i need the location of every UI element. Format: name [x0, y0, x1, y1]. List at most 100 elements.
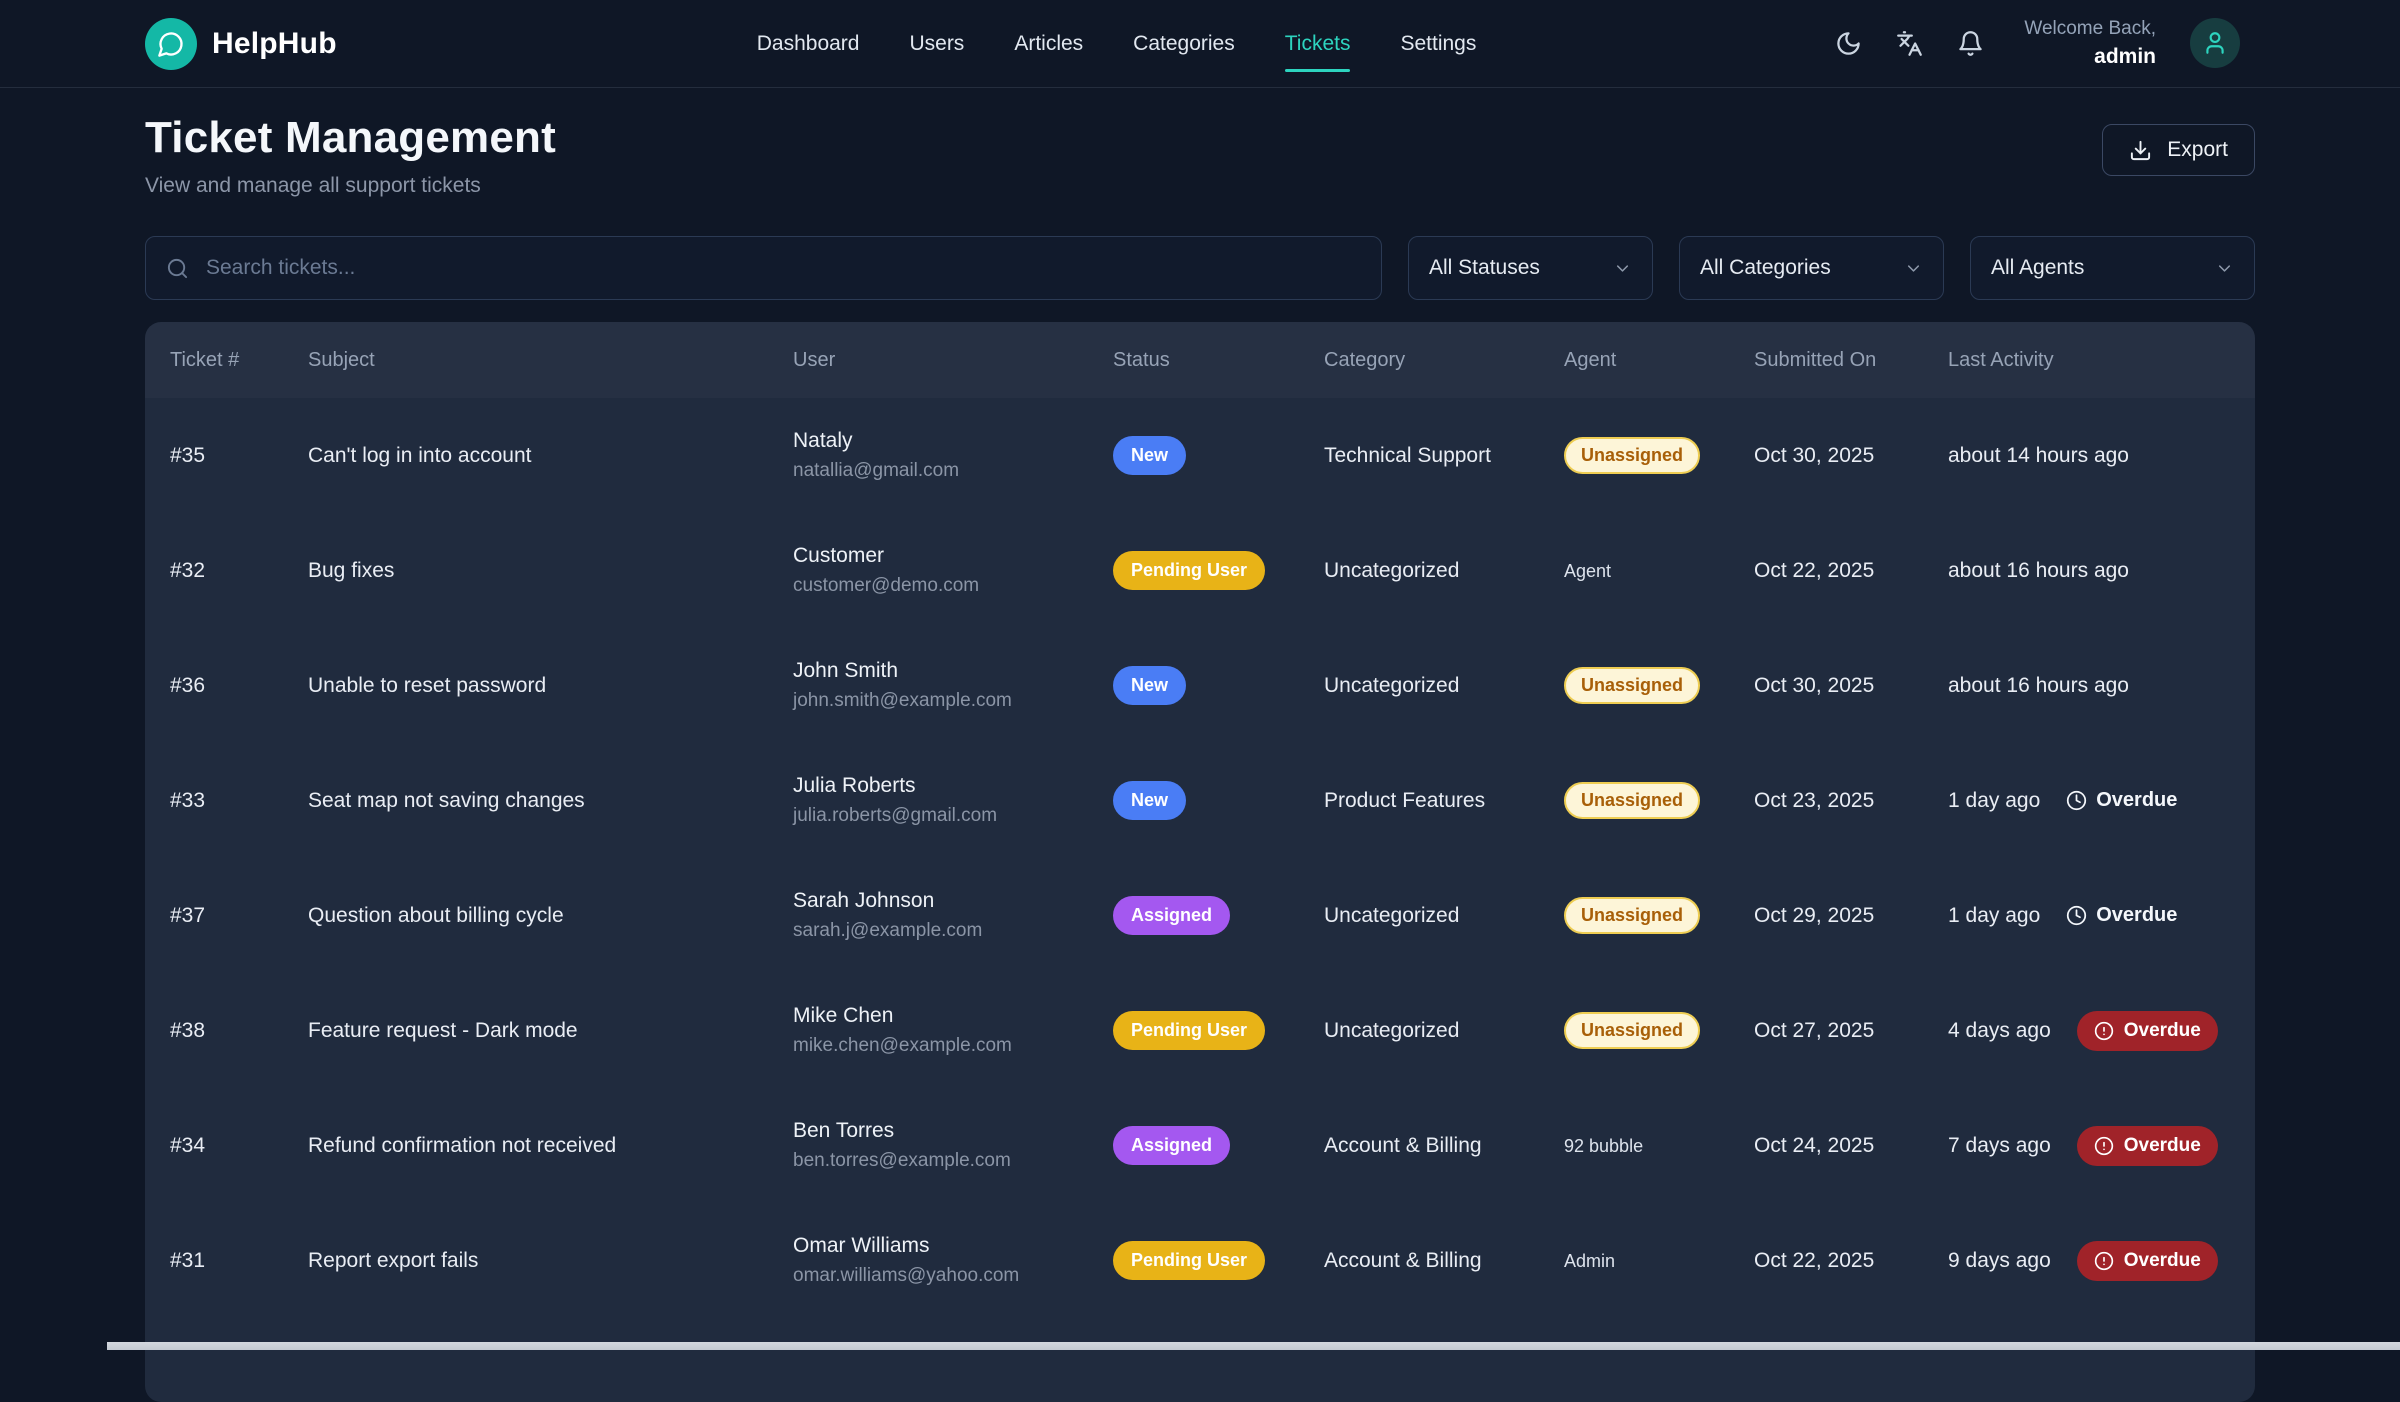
- topbar-actions: Welcome Back, admin: [1835, 16, 2240, 72]
- table-row[interactable]: #36 Unable to reset password John Smith …: [145, 628, 2255, 743]
- table-row[interactable]: #32 Bug fixes Customer customer@demo.com…: [145, 513, 2255, 628]
- user-avatar[interactable]: [2190, 18, 2240, 68]
- user-email: sarah.j@example.com: [793, 920, 1113, 942]
- status-cell: New: [1113, 781, 1324, 820]
- alert-circle-icon: [2094, 1251, 2114, 1271]
- user-cell: Nataly natallia@gmail.com: [793, 429, 1113, 482]
- agent-cell: 92 bubble: [1564, 1134, 1754, 1158]
- last-activity: 4 days ago: [1948, 1019, 2051, 1043]
- ticket-subject: Feature request - Dark mode: [308, 1019, 793, 1043]
- dark-mode-toggle[interactable]: [1835, 30, 1862, 57]
- table-body: #35 Can't log in into account Nataly nat…: [145, 398, 2255, 1318]
- status-filter-value: All Statuses: [1429, 256, 1540, 280]
- table-row[interactable]: #37 Question about billing cycle Sarah J…: [145, 858, 2255, 973]
- category-label: Uncategorized: [1324, 1019, 1564, 1043]
- activity-cell: 1 day ago Overdue: [1948, 904, 2230, 928]
- activity-cell: 7 days ago Overdue: [1948, 1126, 2230, 1166]
- filter-row: All Statuses All Categories All Agents: [145, 236, 2255, 300]
- page-header: Ticket Management View and manage all su…: [145, 114, 2255, 198]
- submitted-date: Oct 30, 2025: [1754, 444, 1948, 468]
- nav-item-dashboard[interactable]: Dashboard: [757, 24, 860, 64]
- category-label: Account & Billing: [1324, 1134, 1564, 1158]
- status-filter[interactable]: All Statuses: [1408, 236, 1653, 300]
- user-cell: John Smith john.smith@example.com: [793, 659, 1113, 712]
- submitted-date: Oct 22, 2025: [1754, 1249, 1948, 1273]
- activity-cell: 9 days ago Overdue: [1948, 1241, 2230, 1281]
- ticket-subject: Can't log in into account: [308, 444, 793, 468]
- status-badge: Pending User: [1113, 1241, 1265, 1280]
- nav-item-settings[interactable]: Settings: [1400, 24, 1476, 64]
- horizontal-scrollbar[interactable]: [107, 1342, 2400, 1350]
- page-subtitle: View and manage all support tickets: [145, 174, 556, 198]
- table-row[interactable]: #31 Report export fails Omar Williams om…: [145, 1203, 2255, 1318]
- submitted-date: Oct 30, 2025: [1754, 674, 1948, 698]
- user-name: Nataly: [793, 429, 1113, 453]
- page-title: Ticket Management: [145, 114, 556, 162]
- status-cell: Pending User: [1113, 1241, 1324, 1280]
- ticket-number: #36: [170, 674, 308, 698]
- table-row[interactable]: #35 Can't log in into account Nataly nat…: [145, 398, 2255, 513]
- status-cell: Pending User: [1113, 1011, 1324, 1050]
- status-cell: Assigned: [1113, 896, 1324, 935]
- agent-filter-value: All Agents: [1991, 256, 2084, 280]
- user-cell: Julia Roberts julia.roberts@gmail.com: [793, 774, 1113, 827]
- category-label: Uncategorized: [1324, 559, 1564, 583]
- status-cell: New: [1113, 436, 1324, 475]
- language-button[interactable]: [1896, 30, 1923, 57]
- table-row[interactable]: #33 Seat map not saving changes Julia Ro…: [145, 743, 2255, 858]
- table-row[interactable]: #34 Refund confirmation not received Ben…: [145, 1088, 2255, 1203]
- agent-cell: Unassigned: [1564, 897, 1754, 934]
- nav-item-tickets[interactable]: Tickets: [1285, 24, 1351, 64]
- submitted-date: Oct 23, 2025: [1754, 789, 1948, 813]
- agent-label: 92 bubble: [1564, 1136, 1643, 1156]
- user-email: julia.roberts@gmail.com: [793, 805, 1113, 827]
- user-cell: Omar Williams omar.williams@yahoo.com: [793, 1234, 1113, 1287]
- status-badge: Assigned: [1113, 896, 1230, 935]
- category-label: Technical Support: [1324, 444, 1564, 468]
- nav-item-categories[interactable]: Categories: [1133, 24, 1235, 64]
- last-activity: about 16 hours ago: [1948, 559, 2129, 583]
- category-filter[interactable]: All Categories: [1679, 236, 1944, 300]
- agent-filter[interactable]: All Agents: [1970, 236, 2255, 300]
- ticket-subject: Unable to reset password: [308, 674, 793, 698]
- table-row[interactable]: #38 Feature request - Dark mode Mike Che…: [145, 973, 2255, 1088]
- ticket-subject: Seat map not saving changes: [308, 789, 793, 813]
- agent-cell: Unassigned: [1564, 782, 1754, 819]
- overdue-label: Overdue: [2124, 1020, 2201, 1042]
- message-circle-icon: [145, 18, 197, 70]
- user-name: John Smith: [793, 659, 1113, 683]
- languages-icon: [1896, 30, 1923, 57]
- user-cell: Customer customer@demo.com: [793, 544, 1113, 597]
- welcome-label: Welcome Back,: [2024, 18, 2156, 39]
- agent-cell: Agent: [1564, 559, 1754, 583]
- agent-label: Admin: [1564, 1251, 1615, 1271]
- top-nav: HelpHub Dashboard Users Articles Categor…: [0, 0, 2400, 88]
- ticket-number: #38: [170, 1019, 308, 1043]
- column-header: Ticket #: [170, 349, 308, 372]
- export-button[interactable]: Export: [2102, 124, 2255, 176]
- status-badge: New: [1113, 781, 1186, 820]
- last-activity: 1 day ago: [1948, 789, 2040, 813]
- nav-item-users[interactable]: Users: [909, 24, 964, 64]
- agent-cell: Unassigned: [1564, 437, 1754, 474]
- agent-badge: Unassigned: [1564, 437, 1700, 474]
- category-label: Uncategorized: [1324, 904, 1564, 928]
- search-input[interactable]: [204, 255, 1361, 281]
- notifications-button[interactable]: [1957, 30, 1984, 57]
- tickets-table: Ticket # Subject User Status Category Ag…: [145, 322, 2255, 1402]
- overdue-badge: Overdue: [2077, 1241, 2218, 1281]
- overdue-label: Overdue: [2124, 1135, 2201, 1157]
- ticket-subject: Question about billing cycle: [308, 904, 793, 928]
- user-name: Ben Torres: [793, 1119, 1113, 1143]
- activity-cell: 1 day ago Overdue: [1948, 789, 2230, 813]
- agent-label: Agent: [1564, 561, 1611, 581]
- user-email: mike.chen@example.com: [793, 1035, 1113, 1057]
- last-activity: about 16 hours ago: [1948, 674, 2129, 698]
- status-badge: Pending User: [1113, 1011, 1265, 1050]
- nav-item-articles[interactable]: Articles: [1014, 24, 1083, 64]
- agent-cell: Unassigned: [1564, 1012, 1754, 1049]
- ticket-number: #32: [170, 559, 308, 583]
- agent-cell: Admin: [1564, 1249, 1754, 1273]
- user-name: Customer: [793, 544, 1113, 568]
- user-email: natallia@gmail.com: [793, 460, 1113, 482]
